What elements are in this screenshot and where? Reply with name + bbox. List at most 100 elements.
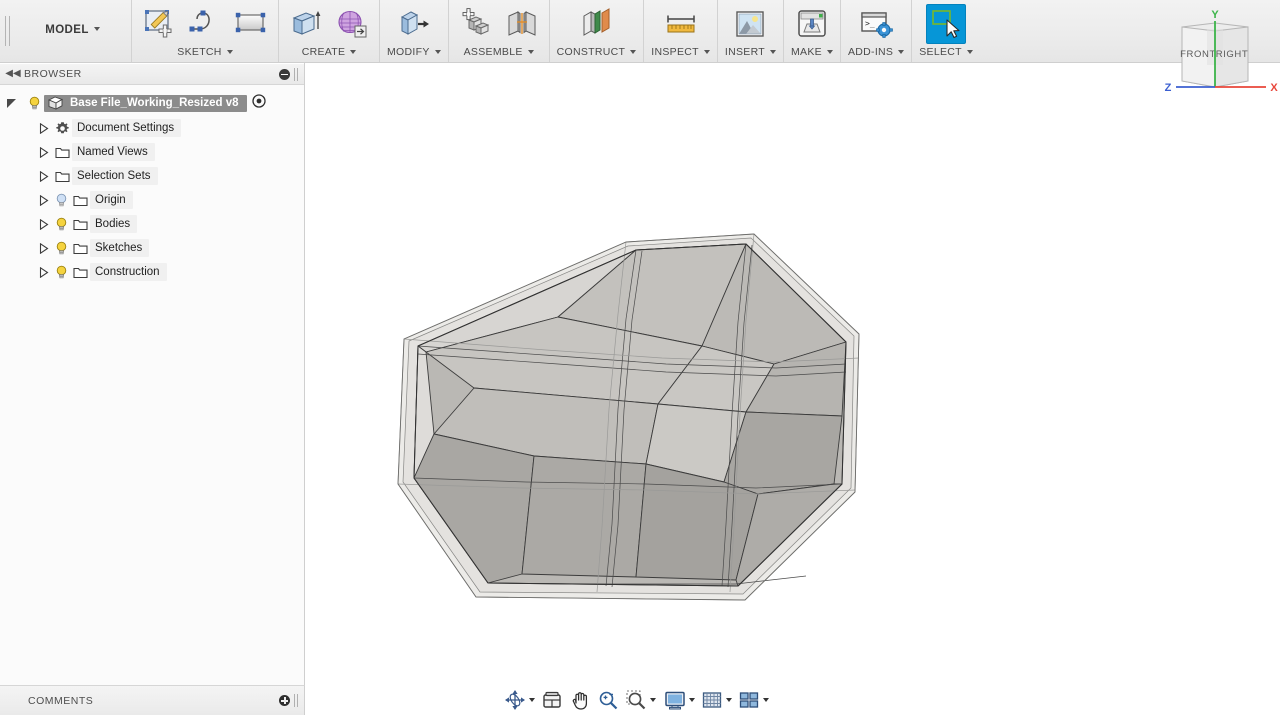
3d-print-icon[interactable]: [792, 4, 832, 44]
tree-item-label: Document Settings: [72, 119, 182, 137]
spline-icon[interactable]: [185, 4, 225, 44]
expand-arrow-icon[interactable]: [36, 122, 52, 134]
toolbar-group-addins: >_ ADD-INS: [841, 0, 913, 62]
tree-item-named-views[interactable]: Named Views: [0, 140, 304, 164]
display-settings-icon: [664, 691, 685, 710]
z-axis-label: Z: [1165, 82, 1172, 94]
minus-circle-icon[interactable]: [279, 68, 290, 80]
tree-item-construction[interactable]: Construction: [0, 260, 304, 284]
toolbar-group-label[interactable]: ASSEMBLE: [464, 46, 534, 62]
toolbar-group-create: CREATE: [279, 0, 380, 62]
toolbar-group-insert: INSERT: [718, 0, 784, 62]
tree-item-label: Selection Sets: [72, 167, 158, 185]
panel-resize-handle[interactable]: [294, 67, 298, 81]
tree-item-sketches[interactable]: Sketches: [0, 236, 304, 260]
expand-arrow-icon[interactable]: [36, 170, 52, 182]
sketch-label: SKETCH: [177, 46, 222, 58]
component-icon: [47, 96, 64, 110]
toolbar-group-construct: CONSTRUCT: [550, 0, 645, 62]
chevron-down-icon[interactable]: [762, 698, 769, 702]
browser-panel: ◀◀ BROWSER Base File_Working_Resized v8 …: [0, 63, 305, 685]
viewports-button[interactable]: [736, 687, 771, 713]
expand-arrow-icon[interactable]: [36, 242, 52, 254]
orbit-icon: [504, 690, 525, 710]
chevron-down-icon[interactable]: [688, 698, 695, 702]
offset-plane-icon[interactable]: [576, 4, 616, 44]
view-cube[interactable]: FRONT RIGHT Y X Z: [1150, 5, 1280, 110]
toolbar-group-make: MAKE: [784, 0, 841, 62]
toolbar-group-label[interactable]: INSPECT: [651, 46, 710, 62]
toolbar-group-label[interactable]: MODIFY: [387, 46, 441, 62]
tree-item-selection-sets[interactable]: Selection Sets: [0, 164, 304, 188]
create-label: CREATE: [301, 46, 346, 58]
orbit-button[interactable]: [502, 687, 537, 713]
3d-viewport[interactable]: [306, 64, 1280, 715]
toolbar-group-inspect: INSPECT: [644, 0, 718, 62]
visibility-bulb-icon[interactable]: [52, 193, 70, 208]
insert-image-icon[interactable]: [730, 4, 770, 44]
collapse-left-icon[interactable]: ◀◀: [4, 69, 22, 79]
tree-root-label-band[interactable]: Base File_Working_Resized v8: [44, 94, 247, 112]
tree-root-node[interactable]: Base File_Working_Resized v8: [0, 90, 304, 116]
extrude-icon[interactable]: [286, 4, 326, 44]
toolbar-group-label[interactable]: MAKE: [791, 46, 833, 62]
tree-item-label: Origin: [90, 191, 133, 209]
modify-label: MODIFY: [387, 46, 430, 58]
addins-label: ADD-INS: [847, 46, 894, 58]
rectangle-icon[interactable]: [231, 4, 271, 44]
polyhedral-solid-body[interactable]: [306, 64, 1280, 715]
toolbar-group-label[interactable]: SELECT: [919, 46, 973, 62]
press-pull-icon[interactable]: [394, 4, 434, 44]
toolbar-group-label[interactable]: CONSTRUCT: [557, 46, 637, 62]
toolbar-group-label[interactable]: ADD-INS: [847, 46, 905, 62]
zoom-window-button[interactable]: [623, 687, 658, 713]
measure-icon[interactable]: [661, 4, 701, 44]
toolbar-drag-handle[interactable]: [0, 0, 14, 62]
browser-header: ◀◀ BROWSER: [0, 63, 304, 85]
visibility-bulb-icon[interactable]: [52, 265, 70, 280]
toolbar-group-label[interactable]: CREATE: [302, 46, 357, 62]
expand-arrow-icon[interactable]: [0, 97, 24, 109]
tree-item-document-settings[interactable]: Document Settings: [0, 116, 304, 140]
visibility-bulb-icon[interactable]: [52, 241, 70, 256]
zoom-button[interactable]: [595, 687, 621, 713]
grid-snaps-button[interactable]: [699, 687, 734, 713]
plus-circle-icon[interactable]: [279, 695, 290, 706]
expand-arrow-icon[interactable]: [36, 146, 52, 158]
chevron-down-icon[interactable]: [725, 698, 732, 702]
expand-arrow-icon[interactable]: [36, 266, 52, 278]
display-settings-button[interactable]: [662, 687, 697, 713]
viewports-icon: [739, 692, 758, 708]
workspace-switcher[interactable]: MODEL: [14, 0, 132, 62]
pan-button[interactable]: [567, 687, 593, 713]
new-component-icon[interactable]: [456, 4, 496, 44]
assemble-label: ASSEMBLE: [463, 46, 523, 58]
folder-icon: [52, 169, 72, 183]
expand-arrow-icon[interactable]: [36, 194, 52, 206]
visibility-bulb-icon[interactable]: [52, 217, 70, 232]
select-window-icon[interactable]: [926, 4, 967, 44]
visibility-bulb-icon[interactable]: [24, 96, 44, 111]
fusion-360-application-window: MODEL SKETCH CREATE MODIFY ASSEMBLE CONS…: [0, 0, 1280, 715]
insert-label: INSERT: [724, 46, 765, 58]
joint-icon[interactable]: [502, 4, 542, 44]
toolbar-group-label[interactable]: INSERT: [725, 46, 776, 62]
chevron-down-icon[interactable]: [649, 698, 656, 702]
tree-item-bodies[interactable]: Bodies: [0, 212, 304, 236]
create-sketch-icon[interactable]: [139, 4, 179, 44]
expand-arrow-icon[interactable]: [36, 218, 52, 230]
svg-text:>_: >_: [865, 19, 875, 28]
activate-component-icon[interactable]: [251, 93, 266, 113]
scripts-addins-icon[interactable]: >_: [856, 4, 896, 44]
chevron-down-icon[interactable]: [528, 698, 535, 702]
toolbar-group-label[interactable]: SKETCH: [177, 46, 233, 62]
folder-icon: [52, 145, 72, 159]
comments-bar[interactable]: COMMENTS: [0, 685, 305, 715]
look-at-button[interactable]: [539, 687, 565, 713]
comments-resize-handle[interactable]: [294, 694, 298, 707]
tree-item-label: Bodies: [90, 215, 138, 233]
mesh-icon[interactable]: [332, 4, 372, 44]
tree-item-origin[interactable]: Origin: [0, 188, 304, 212]
gear-icon: [52, 121, 72, 136]
view-cube-front-label: FRONT: [1180, 49, 1216, 60]
